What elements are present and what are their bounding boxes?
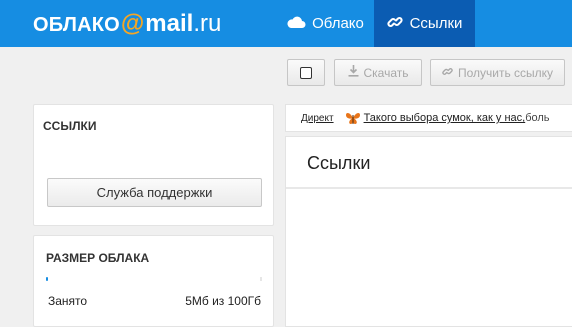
used-label: Занято bbox=[48, 294, 88, 308]
link-icon bbox=[387, 14, 403, 34]
nav-tab-links-label: Ссылки bbox=[409, 15, 463, 32]
cloud-size-panel: РАЗМЕР ОБЛАКА Занято 5Мб из 100Гб bbox=[33, 235, 274, 327]
get-link-button[interactable]: Получить ссылку bbox=[430, 59, 565, 86]
logo-part-mail: mail bbox=[145, 10, 194, 37]
nav-tab-cloud[interactable]: Облако bbox=[277, 0, 373, 47]
mail-cloud-logo[interactable]: ОБЛАКО @ mail .ru bbox=[33, 10, 222, 37]
title-divider bbox=[286, 187, 572, 189]
storage-progress-fill bbox=[46, 277, 48, 281]
cloud-icon bbox=[286, 15, 306, 33]
ad-link-text[interactable]: Такого выбора сумок, как у нас, bbox=[364, 112, 526, 124]
storage-progress-bar bbox=[46, 277, 262, 281]
download-icon bbox=[348, 65, 359, 80]
logo-at-sign: @ bbox=[120, 10, 145, 37]
toolbar: Скачать Получить ссылку bbox=[0, 47, 572, 100]
used-value: 5Мб из 100Гб bbox=[185, 294, 261, 308]
ad-rest-text: боль bbox=[525, 112, 550, 124]
download-label: Скачать bbox=[363, 65, 409, 80]
cloud-size-title: РАЗМЕР ОБЛАКА bbox=[46, 251, 150, 265]
links-panel-title: ССЫЛКИ bbox=[43, 119, 97, 133]
link-icon bbox=[442, 66, 453, 80]
ad-bar: Директ Такого выбора сумок, как у нас, б… bbox=[285, 104, 572, 132]
download-button[interactable]: Скачать bbox=[334, 59, 422, 86]
nav-tab-links[interactable]: Ссылки bbox=[374, 0, 475, 47]
logo-part-oblako: ОБЛАКО bbox=[33, 14, 120, 36]
butterfly-icon bbox=[345, 110, 361, 126]
checkbox-icon[interactable] bbox=[300, 66, 312, 79]
links-panel: ССЫЛКИ Служба поддержки bbox=[33, 104, 274, 226]
support-button[interactable]: Служба поддержки bbox=[47, 178, 262, 207]
get-link-label: Получить ссылку bbox=[457, 65, 554, 80]
main-content: Ссылки bbox=[285, 136, 572, 327]
select-all-checkbox-button[interactable] bbox=[287, 59, 325, 86]
nav-tab-cloud-label: Облако bbox=[312, 15, 364, 32]
storage-progress-end bbox=[260, 277, 262, 281]
logo-part-ru: .ru bbox=[193, 10, 222, 37]
top-header: ОБЛАКО @ mail .ru Облако Ссылки bbox=[0, 0, 572, 47]
page-title: Ссылки bbox=[307, 153, 371, 173]
ad-direct-label[interactable]: Директ bbox=[301, 113, 334, 124]
